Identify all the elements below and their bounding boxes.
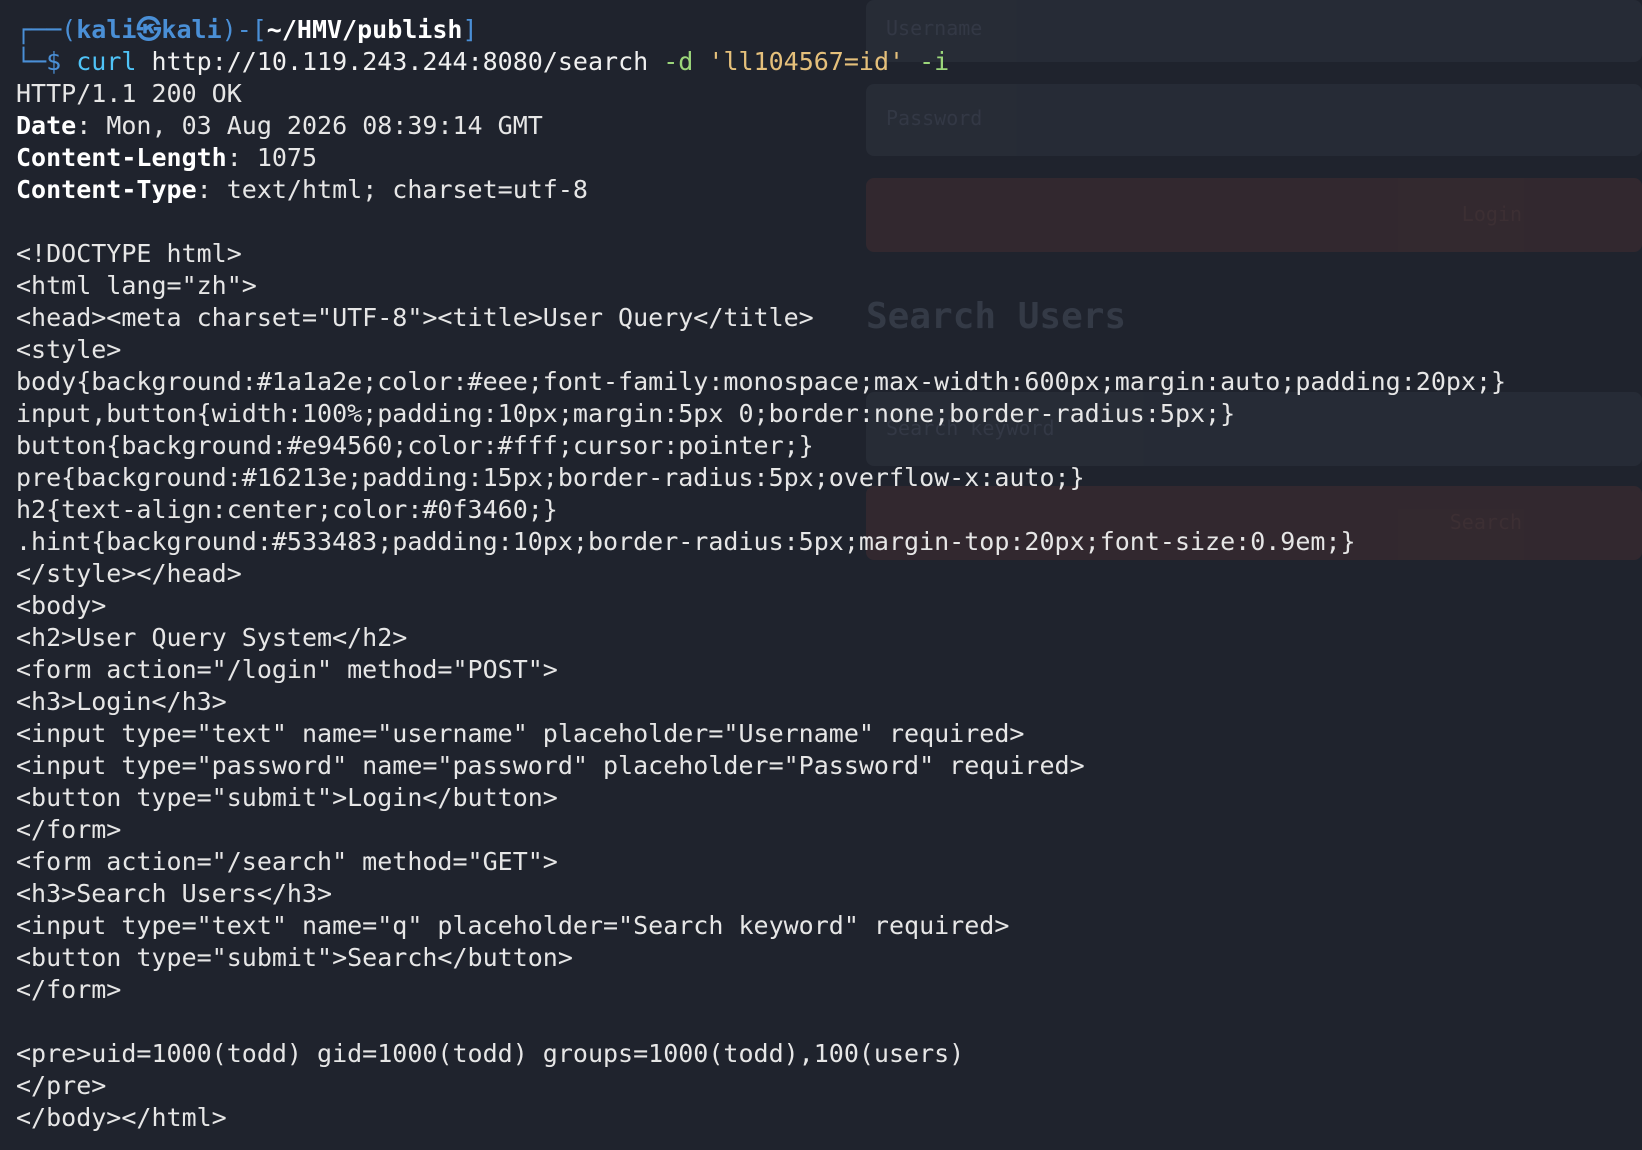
body-line: </form> (16, 815, 122, 844)
body-line: <h3>Login</h3> (16, 687, 227, 716)
body-line: <input type="text" name="q" placeholder=… (16, 911, 1010, 940)
body-line: button{background:#e94560;color:#fff;cur… (16, 431, 814, 460)
response-header: Date: Mon, 03 Aug 2026 08:39:14 GMT (16, 110, 1506, 142)
body-line: h2{text-align:center;color:#0f3460;} (16, 495, 558, 524)
command-flag-d: -d (663, 47, 694, 76)
body-line: <input type="password" name="password" p… (16, 751, 1085, 780)
terminal-output[interactable]: ┌──(kali㉿kali)-[~/HMV/publish] └─$ curl … (16, 14, 1506, 1134)
body-line (16, 206, 1506, 238)
prompt-open: ┌──( (16, 15, 77, 44)
body-line: <button type="submit">Search</button> (16, 943, 573, 972)
header-value: : Mon, 03 Aug 2026 08:39:14 GMT (76, 111, 543, 140)
body-line: <input type="text" name="username" place… (16, 719, 1025, 748)
prompt-mid: )-[ (221, 15, 267, 44)
prompt-line: ┌──(kali㉿kali)-[~/HMV/publish] (16, 14, 1506, 46)
body-line: .hint{background:#533483;padding:10px;bo… (16, 527, 1356, 556)
header-key: Date (16, 111, 77, 140)
terminal-window[interactable]: Username Password Login Search Users Sea… (0, 0, 1642, 1150)
body-line (16, 1006, 1506, 1038)
body-line: <form action="/search" method="GET"> (16, 847, 558, 876)
body-line: </style></head> (16, 559, 242, 588)
body-line: <html lang="zh"> (16, 271, 257, 300)
prompt-user-host: kali㉿kali (76, 15, 222, 44)
command-url: http://10.119.243.244:8080/search (136, 47, 664, 76)
body-line: </form> (16, 975, 122, 1004)
body-line: <!DOCTYPE html> (16, 239, 242, 268)
response-header: Content-Type: text/html; charset=utf-8 (16, 174, 1506, 206)
body-line: <button type="submit">Login</button> (16, 783, 558, 812)
header-key: Content-Type (16, 175, 197, 204)
body-line: <body> (16, 591, 107, 620)
prompt-path: ~/HMV/publish (266, 15, 463, 44)
command-flag-i: -i (919, 47, 950, 76)
command-line[interactable]: └─$ curl http://10.119.243.244:8080/sear… (16, 46, 1506, 78)
body-line: input,button{width:100%;padding:10px;mar… (16, 399, 1236, 428)
header-value: : text/html; charset=utf-8 (196, 175, 588, 204)
body-line: </pre> (16, 1071, 107, 1100)
prompt-close: ] (462, 15, 478, 44)
response-header: Content-Length: 1075 (16, 142, 1506, 174)
body-line: </body></html> (16, 1103, 227, 1132)
header-key: Content-Length (16, 143, 227, 172)
body-line: <h3>Search Users</h3> (16, 879, 333, 908)
body-line: <h2>User Query System</h2> (16, 623, 408, 652)
body-line: <form action="/login" method="POST"> (16, 655, 558, 684)
command-name: curl (76, 47, 137, 76)
header-value: : 1075 (226, 143, 318, 172)
body-line: body{background:#1a1a2e;color:#eee;font-… (16, 367, 1507, 396)
command-data: 'll104567=id' (693, 47, 920, 76)
prompt-dollar: $ (46, 47, 77, 76)
body-line: <style> (16, 335, 122, 364)
prompt-second-prefix: └─ (16, 47, 47, 76)
body-line: <head><meta charset="UTF-8"><title>User … (16, 303, 814, 332)
body-line: <pre>uid=1000(todd) gid=1000(todd) group… (16, 1039, 965, 1068)
body-line: pre{background:#16213e;padding:15px;bord… (16, 463, 1085, 492)
response-status: HTTP/1.1 200 OK (16, 79, 242, 108)
